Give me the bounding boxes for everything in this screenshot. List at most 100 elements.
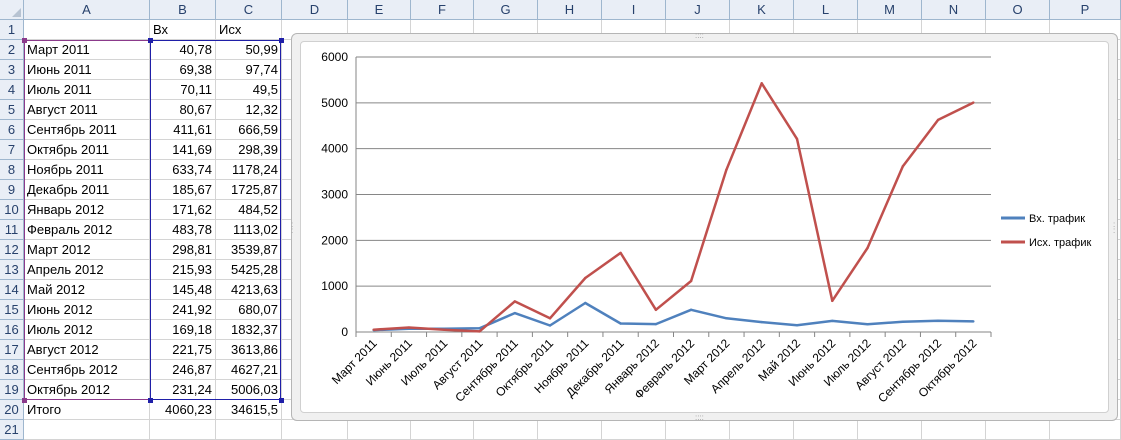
cell-isx[interactable]: 4627,21 [216, 360, 282, 380]
cell-isx[interactable]: 484,52 [216, 200, 282, 220]
cell-c1-header[interactable]: Исх [216, 20, 282, 40]
cell[interactable] [922, 420, 986, 440]
cell[interactable] [150, 420, 216, 440]
cell-isx[interactable]: 1178,24 [216, 160, 282, 180]
row-header-13[interactable]: 13 [0, 260, 24, 280]
cell[interactable] [216, 420, 282, 440]
column-header-a[interactable]: A [24, 0, 150, 20]
resize-grip-icon[interactable]: :: [1113, 221, 1115, 235]
cell-isx[interactable]: 97,74 [216, 60, 282, 80]
cell-isx[interactable]: 1832,37 [216, 320, 282, 340]
range-handle-icon[interactable] [279, 38, 284, 43]
cell-isx[interactable]: 1113,02 [216, 220, 282, 240]
cell[interactable] [411, 420, 474, 440]
cell-month[interactable]: Март 2012 [24, 240, 150, 260]
cell-month[interactable]: Июнь 2012 [24, 300, 150, 320]
column-header-i[interactable]: I [602, 0, 666, 20]
chart-object[interactable]: :::: :::: :: :: 0 1000 2000 3000 4000 5000 600… [291, 32, 1118, 422]
cell-vx[interactable]: 411,61 [150, 120, 216, 140]
cell-month[interactable]: Май 2012 [24, 280, 150, 300]
select-all-corner[interactable] [0, 0, 24, 20]
cell-month[interactable]: Август 2012 [24, 340, 150, 360]
range-handle-icon[interactable] [22, 398, 27, 403]
cell-month[interactable]: Март 2011 [24, 40, 150, 60]
column-header-d[interactable]: D [282, 0, 348, 20]
row-header-10[interactable]: 10 [0, 200, 24, 220]
cell-vx[interactable]: 141,69 [150, 140, 216, 160]
cell-vx[interactable]: 483,78 [150, 220, 216, 240]
row-header-12[interactable]: 12 [0, 240, 24, 260]
range-handle-icon[interactable] [148, 398, 153, 403]
cell-vx[interactable]: 145,48 [150, 280, 216, 300]
column-header-e[interactable]: E [348, 0, 411, 20]
row-header-17[interactable]: 17 [0, 340, 24, 360]
resize-grip-icon[interactable]: :::: [695, 414, 704, 422]
cell[interactable] [666, 420, 730, 440]
column-header-j[interactable]: J [666, 0, 730, 20]
cell-isx[interactable]: 3539,87 [216, 240, 282, 260]
column-header-b[interactable]: B [150, 0, 216, 20]
cell-isx[interactable]: 3613,86 [216, 340, 282, 360]
cell[interactable] [282, 420, 348, 440]
cell-vx[interactable]: 185,67 [150, 180, 216, 200]
cell-vx[interactable]: 70,11 [150, 80, 216, 100]
cell-month[interactable]: Июль 2011 [24, 80, 150, 100]
cell-vx[interactable]: 298,81 [150, 240, 216, 260]
cell-isx[interactable]: 49,5 [216, 80, 282, 100]
row-header-8[interactable]: 8 [0, 160, 24, 180]
cell-b1-header[interactable]: Вх [150, 20, 216, 40]
cell-month[interactable]: Сентябрь 2011 [24, 120, 150, 140]
cell-vx[interactable]: 241,92 [150, 300, 216, 320]
cell-total-label[interactable]: Итого [24, 400, 150, 420]
range-handle-icon[interactable] [279, 398, 284, 403]
cell-total-vx[interactable]: 4060,23 [150, 400, 216, 420]
column-header-f[interactable]: F [411, 0, 474, 20]
cell-a1[interactable] [24, 20, 150, 40]
cell-vx[interactable]: 80,67 [150, 100, 216, 120]
row-header-21[interactable]: 21 [0, 420, 24, 440]
cell-month[interactable]: Октябрь 2012 [24, 380, 150, 400]
column-header-o[interactable]: O [986, 0, 1050, 20]
cell[interactable] [986, 420, 1050, 440]
cell-vx[interactable]: 633,74 [150, 160, 216, 180]
cell[interactable] [348, 420, 411, 440]
resize-grip-icon[interactable]: :::: [695, 32, 704, 40]
cell-month[interactable]: Июнь 2011 [24, 60, 150, 80]
cell-isx[interactable]: 666,59 [216, 120, 282, 140]
row-header-6[interactable]: 6 [0, 120, 24, 140]
row-header-4[interactable]: 4 [0, 80, 24, 100]
cell-vx[interactable]: 231,24 [150, 380, 216, 400]
cell-vx[interactable]: 221,75 [150, 340, 216, 360]
cell-vx[interactable]: 169,18 [150, 320, 216, 340]
column-header-p[interactable]: P [1050, 0, 1121, 20]
row-header-14[interactable]: 14 [0, 280, 24, 300]
cell-month[interactable]: Декабрь 2011 [24, 180, 150, 200]
cell-vx[interactable]: 215,93 [150, 260, 216, 280]
cell[interactable] [794, 420, 858, 440]
range-handle-icon[interactable] [148, 38, 153, 43]
cell[interactable] [602, 420, 666, 440]
cell-month[interactable]: Ноябрь 2011 [24, 160, 150, 180]
cell-isx[interactable]: 1725,87 [216, 180, 282, 200]
cell-isx[interactable]: 50,99 [216, 40, 282, 60]
cell-isx[interactable]: 680,07 [216, 300, 282, 320]
row-header-9[interactable]: 9 [0, 180, 24, 200]
cell[interactable] [24, 420, 150, 440]
cell[interactable] [474, 420, 538, 440]
cell-total-isx[interactable]: 34615,5 [216, 400, 282, 420]
column-header-h[interactable]: H [538, 0, 602, 20]
cell-isx[interactable]: 12,32 [216, 100, 282, 120]
range-handle-icon[interactable] [22, 38, 27, 43]
cell[interactable] [1050, 420, 1121, 440]
row-header-20[interactable]: 20 [0, 400, 24, 420]
row-header-16[interactable]: 16 [0, 320, 24, 340]
chart-area[interactable]: 0 1000 2000 3000 4000 5000 6000 Март 2011 Июнь 2… [300, 41, 1109, 413]
row-header-1[interactable]: 1 [0, 20, 24, 40]
cell-month[interactable]: Август 2011 [24, 100, 150, 120]
column-header-n[interactable]: N [922, 0, 986, 20]
row-header-7[interactable]: 7 [0, 140, 24, 160]
cell-month[interactable]: Апрель 2012 [24, 260, 150, 280]
cell-isx[interactable]: 5425,28 [216, 260, 282, 280]
column-header-m[interactable]: M [858, 0, 922, 20]
cell-month[interactable]: Февраль 2012 [24, 220, 150, 240]
